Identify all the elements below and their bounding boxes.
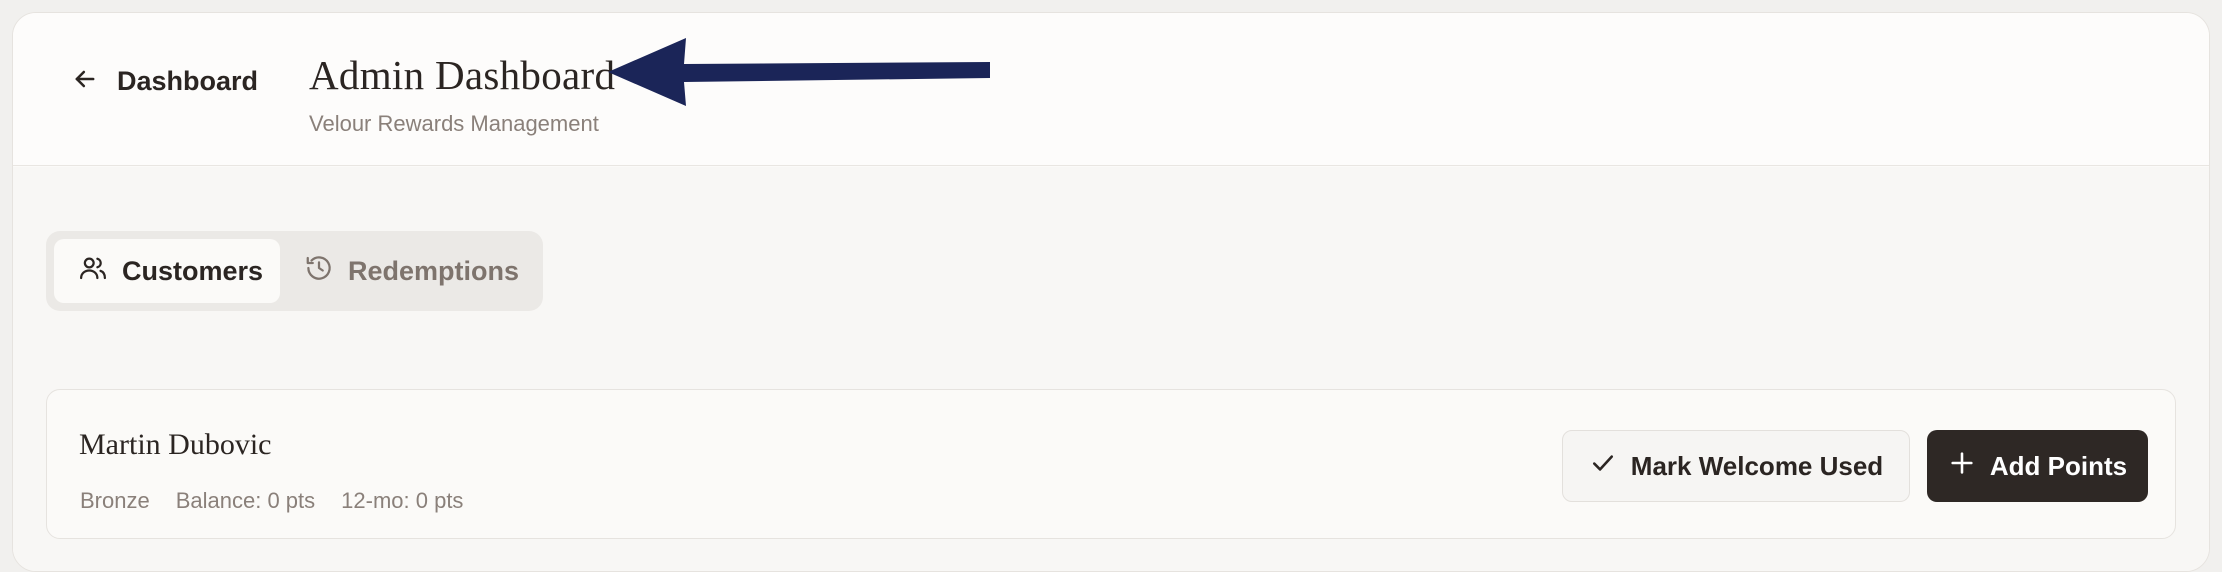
check-icon [1589, 449, 1617, 484]
customer-meta: Bronze Balance: 0 pts 12-mo: 0 pts [80, 488, 463, 514]
back-to-dashboard-link[interactable]: Dashboard [71, 65, 258, 98]
page-header: Dashboard Admin Dashboard Velour Rewards… [13, 13, 2209, 166]
add-points-button[interactable]: Add Points [1927, 430, 2148, 502]
add-points-label: Add Points [1989, 450, 2128, 481]
customer-card: Martin Dubovic Bronze Balance: 0 pts 12-… [46, 389, 2176, 539]
page-title: Admin Dashboard [309, 52, 616, 98]
customer-tier: Bronze [80, 488, 150, 513]
main-content: Customers Redemptions Martin Dubovic Bro… [13, 167, 2209, 571]
customer-twelve-month: 12-mo: 0 pts [341, 488, 464, 513]
users-icon [78, 253, 108, 290]
back-link-label: Dashboard [117, 66, 259, 96]
mark-welcome-used-label: Mark Welcome Used [1630, 450, 1884, 481]
app-window: Dashboard Admin Dashboard Velour Rewards… [12, 12, 2210, 572]
title-block: Admin Dashboard Velour Rewards Managemen… [309, 51, 615, 137]
mark-welcome-used-button[interactable]: Mark Welcome Used [1562, 430, 1910, 502]
page-subtitle: Velour Rewards Management [309, 111, 599, 136]
tab-redemptions-label: Redemptions [348, 255, 520, 286]
annotation-arrow [608, 38, 990, 106]
tab-bar: Customers Redemptions [46, 231, 543, 311]
customer-name: Martin Dubovic [79, 428, 272, 461]
arrow-left-icon [71, 65, 99, 98]
plus-icon [1948, 449, 1976, 484]
history-icon [304, 253, 334, 290]
tab-redemptions[interactable]: Redemptions [280, 239, 543, 303]
tab-customers-label: Customers [122, 255, 264, 286]
customer-balance: Balance: 0 pts [175, 488, 316, 513]
tab-customers[interactable]: Customers [54, 239, 280, 303]
